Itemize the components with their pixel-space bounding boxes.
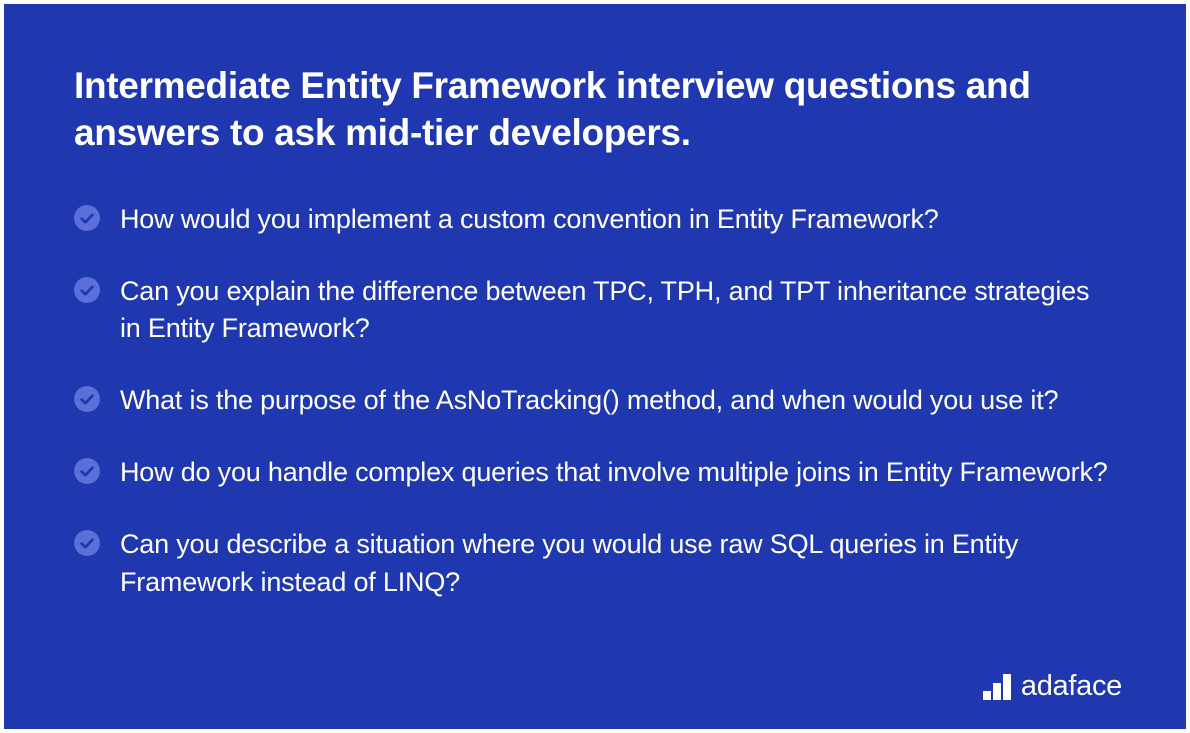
slide-heading: Intermediate Entity Framework interview …: [74, 62, 1116, 157]
adaface-logo-icon: [983, 674, 1011, 700]
list-item: Can you describe a situation where you w…: [74, 526, 1116, 602]
question-text: Can you describe a situation where you w…: [120, 526, 1116, 602]
slide-card: Intermediate Entity Framework interview …: [4, 4, 1186, 729]
question-list: How would you implement a custom convent…: [74, 201, 1116, 602]
question-text: How do you handle complex queries that i…: [120, 454, 1108, 492]
list-item: How do you handle complex queries that i…: [74, 454, 1116, 492]
question-text: Can you explain the difference between T…: [120, 273, 1116, 349]
check-circle-icon: [74, 277, 100, 303]
question-text: What is the purpose of the AsNoTracking(…: [120, 382, 1058, 420]
list-item: What is the purpose of the AsNoTracking(…: [74, 382, 1116, 420]
brand-name: adaface: [1021, 670, 1122, 703]
check-circle-icon: [74, 205, 100, 231]
list-item: Can you explain the difference between T…: [74, 273, 1116, 349]
brand-logo: adaface: [983, 670, 1122, 703]
question-text: How would you implement a custom convent…: [120, 201, 939, 239]
check-circle-icon: [74, 458, 100, 484]
list-item: How would you implement a custom convent…: [74, 201, 1116, 239]
check-circle-icon: [74, 386, 100, 412]
check-circle-icon: [74, 530, 100, 556]
